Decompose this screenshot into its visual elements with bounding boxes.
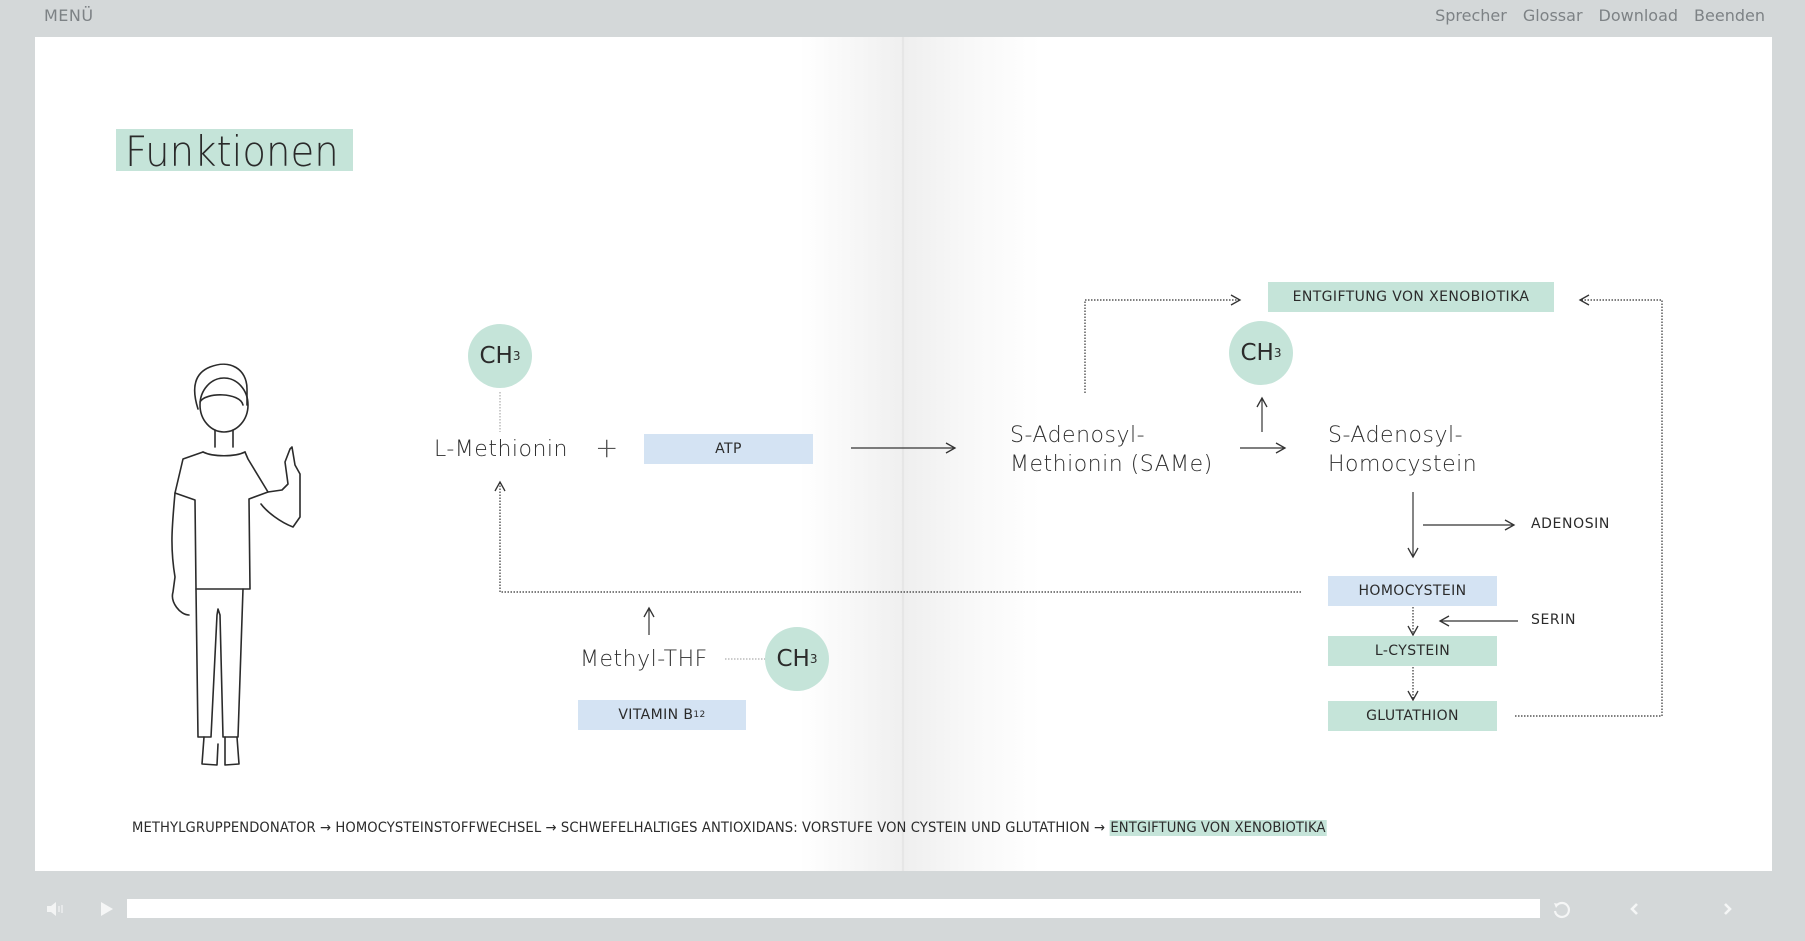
- nav-beenden[interactable]: Beenden: [1694, 6, 1765, 25]
- top-nav: Sprecher Glossar Download Beenden: [1435, 6, 1765, 25]
- entgiftung-label: ENTGIFTUNG VON XENOBIOTIKA: [1292, 289, 1530, 305]
- chevron-right-icon[interactable]: [1720, 900, 1736, 918]
- sah-line-1: S-Adenosyl-: [1328, 423, 1464, 448]
- nav-glossar[interactable]: Glossar: [1523, 6, 1583, 25]
- sah-line-2: Homocystein: [1328, 452, 1478, 477]
- homocystein-label: HOMOCYSTEIN: [1358, 583, 1467, 599]
- ch3-subscript: 3: [809, 652, 818, 666]
- replay-icon[interactable]: [1551, 899, 1573, 921]
- person-illustration: [171, 363, 301, 766]
- dotted-same-to-entgiftung: [1084, 294, 1242, 393]
- dotted-glutathion-to-entgiftung: [1515, 294, 1663, 717]
- ch3-text: CH: [1240, 340, 1274, 366]
- methyl-thf-label: Methyl-THF: [580, 647, 708, 672]
- diagram-connectors: [171, 294, 1663, 766]
- ch3-subscript: 3: [512, 349, 521, 363]
- homocystein-box: HOMOCYSTEIN: [1328, 576, 1497, 606]
- entgiftung-box: ENTGIFTUNG VON XENOBIOTIKA: [1268, 282, 1554, 312]
- play-icon[interactable]: [98, 899, 116, 919]
- ch3-bubble-methionin: CH 3: [468, 324, 532, 388]
- ch3-subscript: 3: [1273, 346, 1282, 360]
- menu-button[interactable]: MENÜ: [44, 6, 94, 25]
- ch3-bubble-same: CH 3: [1229, 321, 1293, 385]
- summary-highlight: ENTGIFTUNG VON XENOBIOTIKA: [1109, 820, 1327, 836]
- ch3-text: CH: [776, 646, 810, 672]
- l-methionin-label: L-Methionin: [434, 437, 568, 462]
- plus-sign: +: [595, 431, 619, 464]
- l-cystein-label: L-CYSTEIN: [1374, 643, 1451, 659]
- content-page: Funktionen CH 3 CH 3 CH 3 L-Methionin + …: [35, 37, 1772, 871]
- speaker-icon[interactable]: [45, 899, 65, 919]
- summary-line: METHYLGRUPPENDONATOR → HOMOCYSTEINSTOFFW…: [132, 820, 1327, 836]
- summary-text: METHYLGRUPPENDONATOR → HOMOCYSTEINSTOFFW…: [132, 820, 1110, 836]
- same-line-1: S-Adenosyl-: [1010, 423, 1146, 448]
- vitamin-b12-label: VITAMIN B: [618, 707, 694, 723]
- chevron-left-icon[interactable]: [1627, 900, 1643, 918]
- vitamin-b12-subscript: 12: [693, 710, 706, 720]
- ch3-text: CH: [479, 343, 513, 369]
- player-controls: [0, 871, 1805, 941]
- top-bar: MENÜ Sprecher Glossar Download Beenden: [0, 0, 1805, 37]
- nav-sprecher[interactable]: Sprecher: [1435, 6, 1507, 25]
- adenosin-label: ADENOSIN: [1531, 516, 1610, 532]
- atp-label: ATP: [715, 441, 742, 457]
- ch3-bubble-methyl-thf: CH 3: [765, 627, 829, 691]
- serin-label: SERIN: [1531, 612, 1577, 628]
- sah-label: S-Adenosyl- Homocystein: [1328, 421, 1477, 479]
- vitamin-b12-box: VITAMIN B 12: [578, 700, 746, 730]
- glutathion-label: GLUTATHION: [1366, 708, 1459, 724]
- same-line-2: Methionin (SAMe): [1010, 452, 1213, 477]
- nav-download[interactable]: Download: [1599, 6, 1679, 25]
- progress-bar[interactable]: [127, 899, 1540, 918]
- atp-box: ATP: [644, 434, 813, 464]
- same-label: S-Adenosyl- Methionin (SAMe): [1010, 421, 1213, 479]
- glutathion-box: GLUTATHION: [1328, 701, 1497, 731]
- dotted-recycle-to-l-methionin: [494, 480, 1301, 593]
- l-cystein-box: L-CYSTEIN: [1328, 636, 1497, 666]
